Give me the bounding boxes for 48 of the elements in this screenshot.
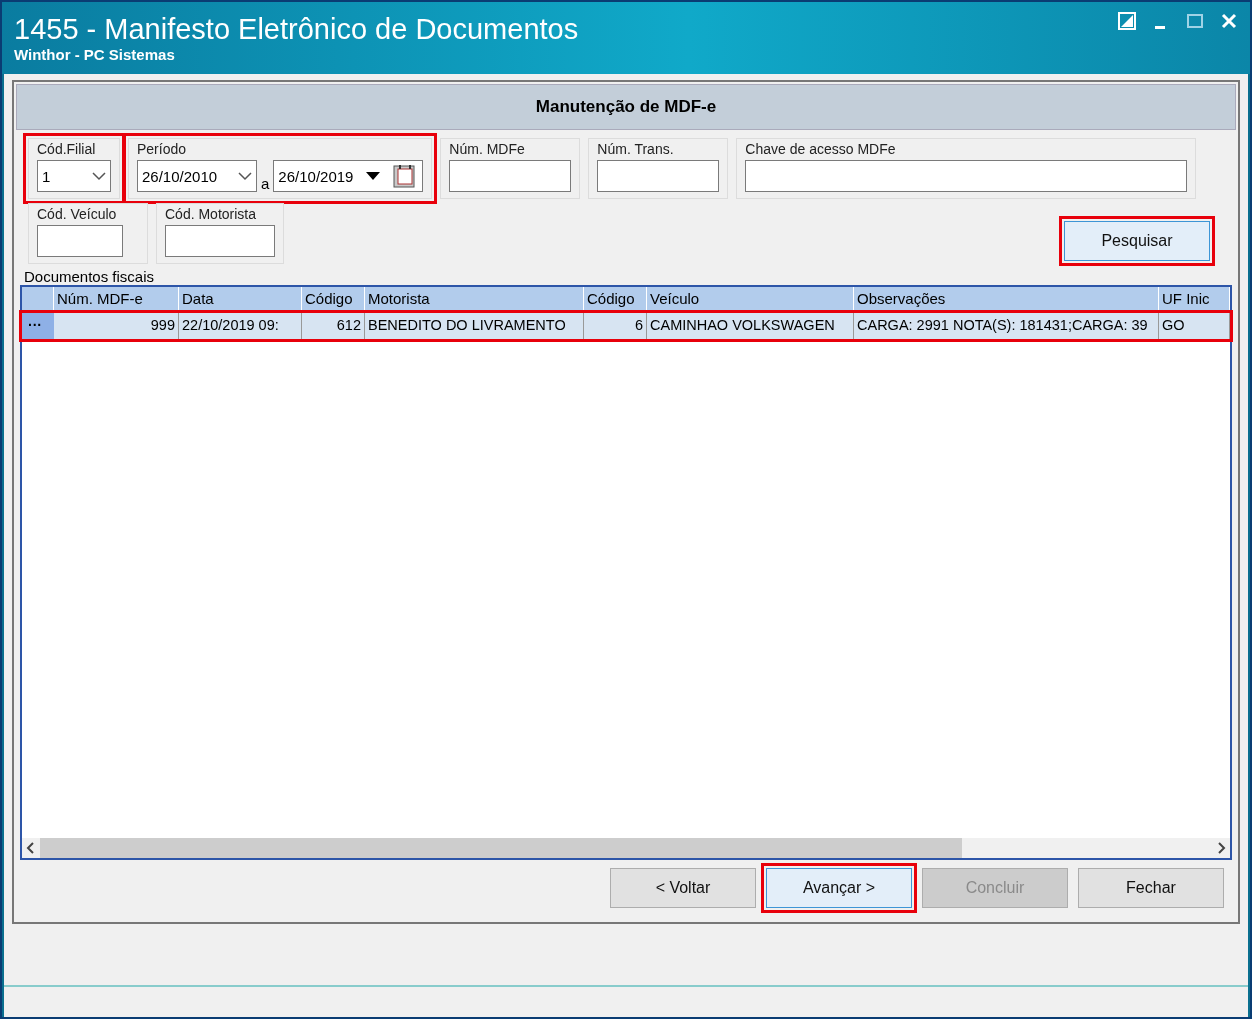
separator-label: a	[261, 175, 270, 192]
column-header[interactable]: Código	[584, 287, 647, 313]
column-header[interactable]: Motorista	[365, 287, 584, 313]
dropdown-caret-icon[interactable]	[92, 171, 106, 181]
input-field[interactable]	[597, 160, 720, 192]
restore-icon[interactable]	[1118, 12, 1136, 30]
maximize-icon[interactable]	[1186, 12, 1204, 30]
window-title: 1455 - Manifesto Eletrônico de Documentos	[14, 12, 579, 46]
table-cell: 999	[54, 313, 179, 339]
input-field[interactable]	[37, 225, 123, 257]
scroll-right-icon[interactable]	[1216, 842, 1226, 854]
horizontal-scrollbar[interactable]	[22, 838, 1230, 858]
window-subtitle: Winthor - PC Sistemas	[14, 46, 176, 63]
field-label: Núm. Trans.	[597, 141, 675, 157]
table-cell: 6	[584, 313, 647, 339]
close-icon[interactable]	[1220, 12, 1238, 30]
field-label: Cód. Motorista	[165, 206, 258, 222]
input-field[interactable]	[165, 225, 275, 257]
column-header[interactable]: UF Inic	[1159, 287, 1230, 313]
field-label: Período	[137, 141, 188, 157]
table-cell: CARGA: 2991 NOTA(S): 181431;CARGA: 39	[854, 313, 1159, 339]
table-cell: CAMINHAO VOLKSWAGEN	[647, 313, 854, 339]
table-cell: GO	[1159, 313, 1230, 339]
input-field[interactable]	[745, 160, 1188, 192]
column-header[interactable]: Data	[179, 287, 302, 313]
scroll-left-icon[interactable]	[26, 842, 36, 854]
column-header[interactable]: Núm. MDF-e	[54, 287, 179, 313]
wizard-button[interactable]: Fechar	[1078, 868, 1224, 908]
column-header[interactable]: Código	[302, 287, 365, 313]
date-dropdown[interactable]: 26/10/2010	[137, 160, 257, 192]
column-header[interactable]: Veículo	[647, 287, 854, 313]
dropdown-caret-icon[interactable]	[238, 171, 252, 181]
field-label: Cód.Filial	[37, 141, 97, 157]
branch-dropdown[interactable]: 1	[37, 160, 111, 192]
input-field[interactable]	[449, 160, 572, 192]
field-label: Chave de acesso MDFe	[745, 141, 897, 157]
field-label: Cód. Veículo	[37, 206, 118, 222]
row-indicator[interactable]: ···	[22, 313, 54, 339]
field-label: Núm. MDFe	[449, 141, 526, 157]
wizard-button[interactable]: < Voltar	[610, 868, 756, 908]
grid-title: Documentos fiscais	[23, 267, 156, 285]
table-cell: BENEDITO DO LIVRAMENTO	[365, 313, 584, 339]
column-header[interactable]: Observações	[854, 287, 1159, 313]
dropdown-arrow-icon[interactable]	[364, 171, 381, 181]
table-cell: 612	[302, 313, 365, 339]
date-picker[interactable]: 26/10/2019	[273, 160, 424, 192]
table-cell: 22/10/2019 09:	[179, 313, 302, 339]
form-header: Manutenção de MDF-e	[16, 84, 1236, 130]
